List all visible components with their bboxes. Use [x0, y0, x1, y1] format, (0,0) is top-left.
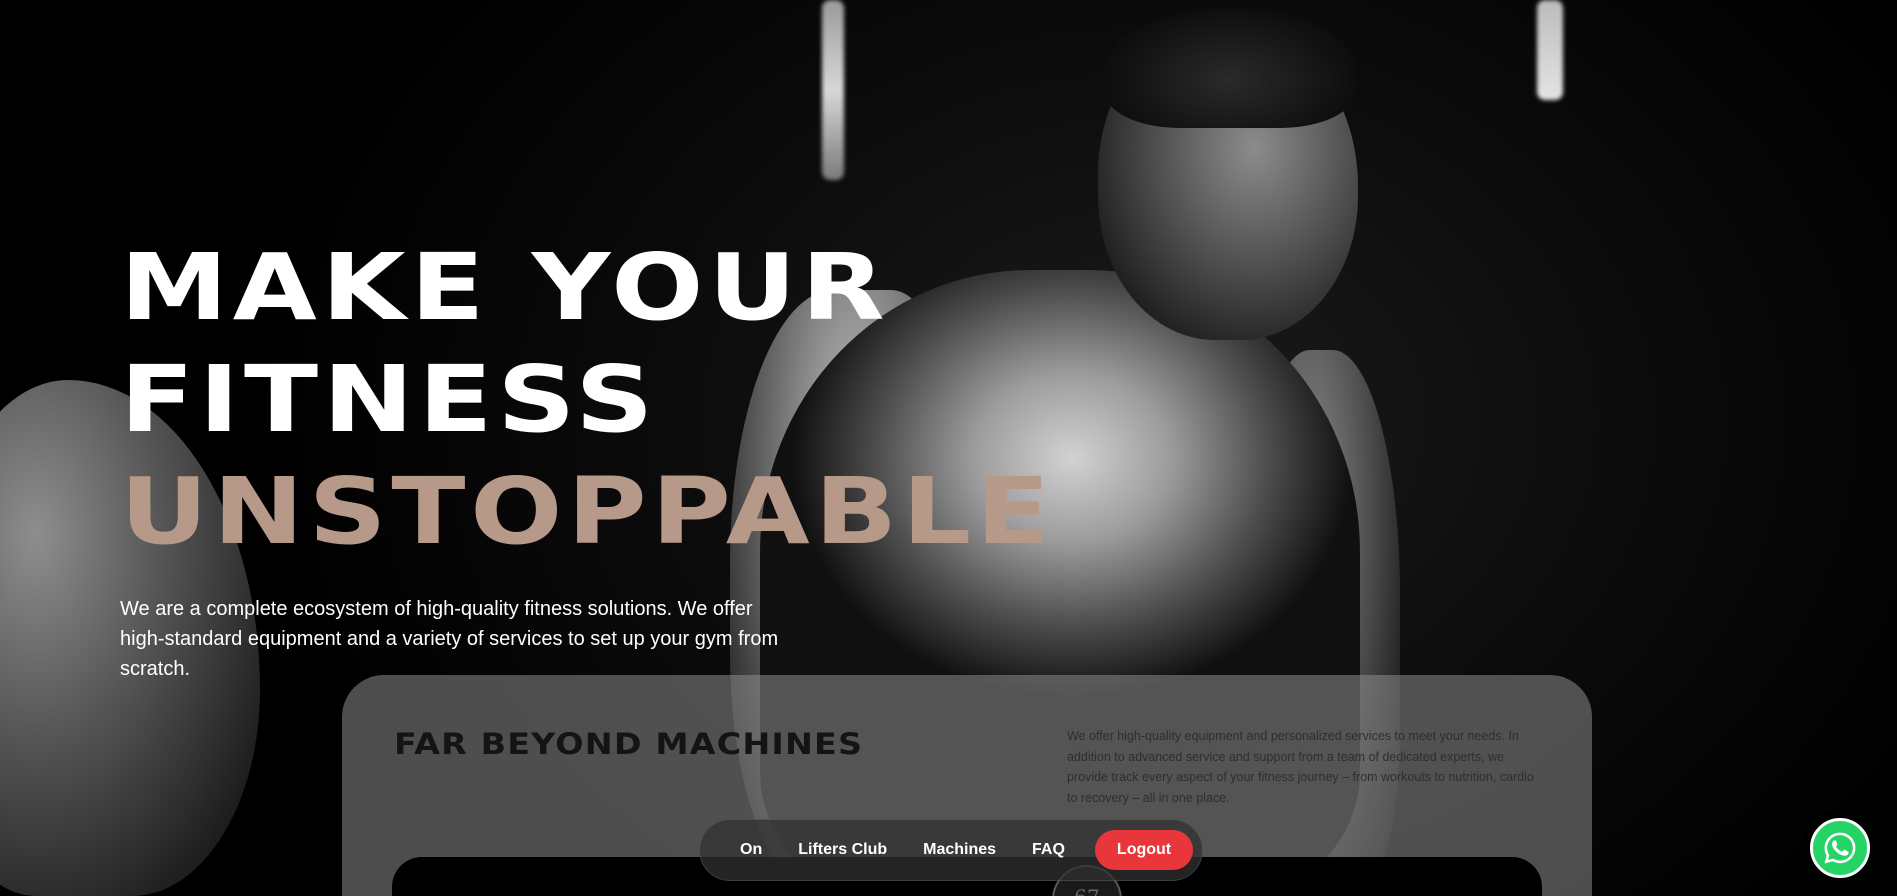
card-title: FAR BEYOND MACHINES [394, 727, 864, 761]
nav-link-faq[interactable]: FAQ [1014, 841, 1083, 859]
ceiling-light [1537, 0, 1563, 100]
ceiling-light [822, 0, 844, 180]
nav-link-machines[interactable]: Machines [905, 841, 1014, 859]
whatsapp-icon [1824, 832, 1856, 864]
nav-link-lifters-club[interactable]: Lifters Club [780, 841, 905, 859]
hero-description: We are a complete ecosystem of high-qual… [120, 598, 779, 680]
hero-title-accent: UNSTOPPABLE [120, 458, 1055, 565]
hero-title-line: FITNESS [120, 346, 659, 453]
background-figure [1105, 8, 1355, 128]
hero-title: MAKE YOUR FITNESS UNSTOPPABLE [120, 232, 1182, 568]
card-text: We offer high-quality equipment and pers… [1067, 729, 1534, 805]
hero-title-line: MAKE YOUR [120, 234, 890, 341]
logout-button[interactable]: Logout [1094, 830, 1194, 870]
bottom-nav: On Lifters Club Machines FAQ Logout [699, 819, 1203, 881]
nav-link-on[interactable]: On [722, 841, 780, 859]
whatsapp-button[interactable] [1810, 818, 1870, 878]
